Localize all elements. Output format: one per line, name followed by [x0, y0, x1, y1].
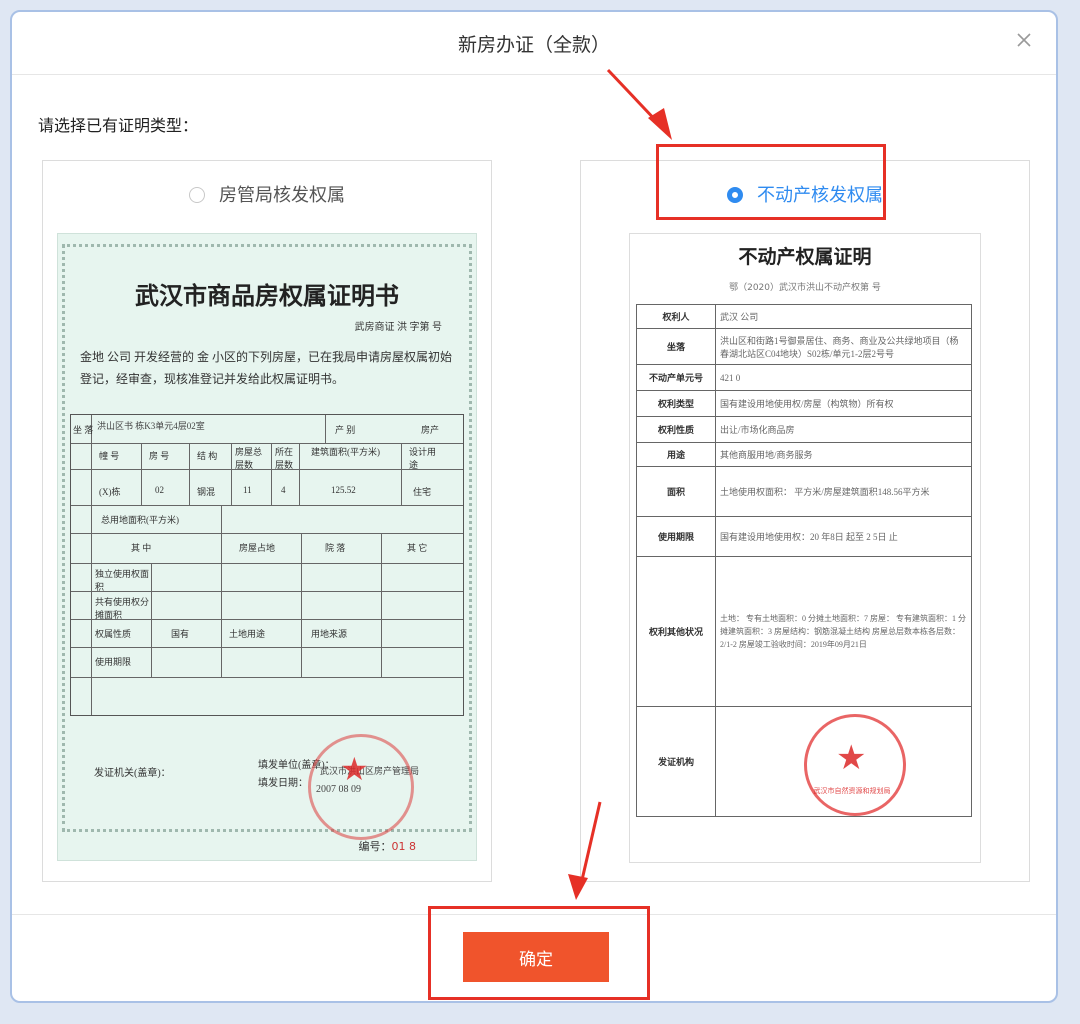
seal-star-icon: ★	[340, 750, 369, 788]
address-label: 坐 落	[73, 425, 94, 435]
land-source-label: 用地来源	[311, 629, 348, 639]
confirm-button[interactable]: 确定	[463, 932, 609, 982]
dialog-title: 新房办证（全款）	[457, 34, 610, 56]
cert-val-issuer: ★ 武汉市自然资源和规划局	[715, 706, 972, 817]
land-col-footprint: 房屋占地	[239, 543, 276, 553]
cert-val-right-nature: 出让/市场化商品房	[715, 416, 972, 443]
serial-value: 01 8	[391, 840, 417, 853]
option-card-real-estate[interactable]: 不动产核发权属 不动产权属证明 鄂（2020）武汉市洪山不动产权第 号 权利人武…	[580, 160, 1030, 882]
land-row-nature: 权属性质	[95, 629, 132, 639]
hdr-room: 房 号	[149, 451, 170, 461]
hdr-structure: 结 构	[197, 451, 218, 461]
cert-key-term: 使用期限	[636, 516, 716, 557]
address-value: 洪山区书 栋K3单元4层02室	[97, 421, 205, 431]
cert-key-right-nature: 权利性质	[636, 416, 716, 443]
cert-key-unit-number: 不动产单元号	[636, 364, 716, 391]
hdr-building: 幢 号	[99, 451, 120, 461]
real-estate-cert-number: 鄂（2020）武汉市洪山不动产权第 号	[729, 283, 881, 293]
land-total-label: 总用地面积(平方米)	[101, 515, 179, 525]
cert-key-right-type: 权利类型	[636, 390, 716, 417]
cert-val-other: 土地： 专有土地面积：0 分摊土地面积：7 房屋： 专有建筑面积：1 分摊建筑面…	[715, 556, 972, 707]
val-room: 02	[155, 485, 164, 495]
cert-val-right-type: 国有建设用地使用权/房屋（构筑物）所有权	[715, 390, 972, 417]
cert-val-use: 其他商服用地/商务服务	[715, 442, 972, 467]
housing-cert-number: 武房商证 洪 字第 号	[354, 322, 443, 333]
land-nature-value: 国有	[171, 629, 190, 639]
cert-val-location: 洪山区和街路1号御景居住、商务、商业及公共绿地项目（杨春湖北站区C04地块）S0…	[715, 328, 972, 365]
real-estate-seal-text: 武汉市自然资源和规划局	[813, 786, 891, 795]
hdr-floor: 所在层数	[275, 447, 294, 470]
cert-key-issuer: 发证机构	[636, 706, 716, 817]
cert-key-use: 用途	[636, 442, 716, 467]
sample-image-housing-certificate: 武汉市商品房权属证明书 武房商证 洪 字第 号 金地 公司 开发经营的 金 小区…	[57, 233, 477, 861]
val-floor: 4	[281, 485, 286, 495]
cert-key-location: 坐落	[636, 328, 716, 365]
land-use-label: 土地用途	[229, 629, 266, 639]
real-estate-seal-star-icon: ★	[836, 739, 867, 777]
land-row-term: 使用期限	[95, 657, 132, 667]
close-icon[interactable]	[1014, 30, 1034, 50]
issuer-label: 发证机关(盖章)：	[94, 768, 171, 779]
real-estate-cert-title: 不动产权属证明	[738, 246, 872, 268]
radio-real-estate[interactable]	[727, 187, 743, 203]
cert-val-owner: 武汉 公司	[715, 304, 972, 329]
housing-cert-table: 坐 落 洪山区书 栋K3单元4层02室 产 别 房产 幢 号 房 号 结 构 房…	[70, 414, 464, 716]
val-building: (X)栋	[99, 487, 121, 497]
cert-val-unit-number: 421 0	[715, 364, 972, 391]
land-among-label: 其 中	[131, 543, 152, 553]
cert-key-area: 面积	[636, 466, 716, 517]
radio-housing-bureau[interactable]	[189, 187, 205, 203]
prompt-label: 请选择已有证明类型：	[38, 116, 199, 135]
option-card-housing-bureau[interactable]: 房管局核发权属 武汉市商品房权属证明书 武房商证 洪 字第 号 金地 公司 开发…	[42, 160, 492, 882]
val-use: 住宅	[413, 487, 432, 497]
real-estate-cert-table: 权利人 武汉 公司 坐落 洪山区和街路1号御景居住、商务、商业及公共绿地项目（杨春湖…	[636, 304, 972, 817]
hdr-area: 建筑面积(平方米)	[311, 447, 380, 457]
serial-label: 编号：	[358, 840, 392, 853]
option-label-real-estate: 不动产核发权属	[757, 185, 883, 206]
category-label: 产 别	[335, 425, 356, 435]
dialog-footer	[12, 914, 1056, 915]
cert-val-area: 土地使用权面积： 平方米/房屋建筑面积148.56平方米	[715, 466, 972, 517]
housing-cert-text: 金地 公司 开发经营的 金 小区的下列房屋，已在我局申请房屋权属初始登记，经审查…	[80, 350, 453, 386]
cert-val-term: 国有建设用地使用权：20 年8日 起至 2 5日 止	[715, 516, 972, 557]
category-value: 房产	[421, 425, 440, 435]
land-col-yard: 院 落	[325, 543, 346, 553]
option-label-housing-bureau: 房管局核发权属	[219, 185, 345, 206]
housing-cert-title: 武汉市商品房权属证明书	[135, 281, 399, 310]
val-area: 125.52	[331, 485, 356, 495]
dialog-header: 新房办证（全款）	[12, 12, 1056, 75]
land-row-exclusive: 独立使用权面积	[95, 569, 150, 592]
dialog: 新房办证（全款） 请选择已有证明类型： 房管局核发权属 武汉市商品房权属证明书 …	[10, 10, 1058, 1003]
land-col-other: 其 它	[407, 543, 428, 553]
cert-key-other: 权利其他状况	[636, 556, 716, 707]
val-total-floors: 11	[243, 485, 252, 495]
serial-number: 编号：01 8	[359, 838, 417, 854]
hdr-use: 设计用途	[409, 447, 437, 470]
sample-image-real-estate-certificate: 不动产权属证明 鄂（2020）武汉市洪山不动产权第 号 权利人 武汉 公司 坐落洪…	[629, 233, 981, 863]
land-row-shared: 共有使用权分摊面积	[95, 597, 150, 620]
fill-date-label: 填发日期：	[258, 778, 308, 789]
option-real-estate[interactable]: 不动产核发权属	[581, 181, 1029, 207]
hdr-total-floors: 房屋总层数	[235, 447, 263, 470]
cert-key-owner: 权利人	[636, 304, 716, 329]
option-housing-bureau[interactable]: 房管局核发权属	[43, 181, 491, 207]
val-structure: 钢混	[197, 487, 216, 497]
